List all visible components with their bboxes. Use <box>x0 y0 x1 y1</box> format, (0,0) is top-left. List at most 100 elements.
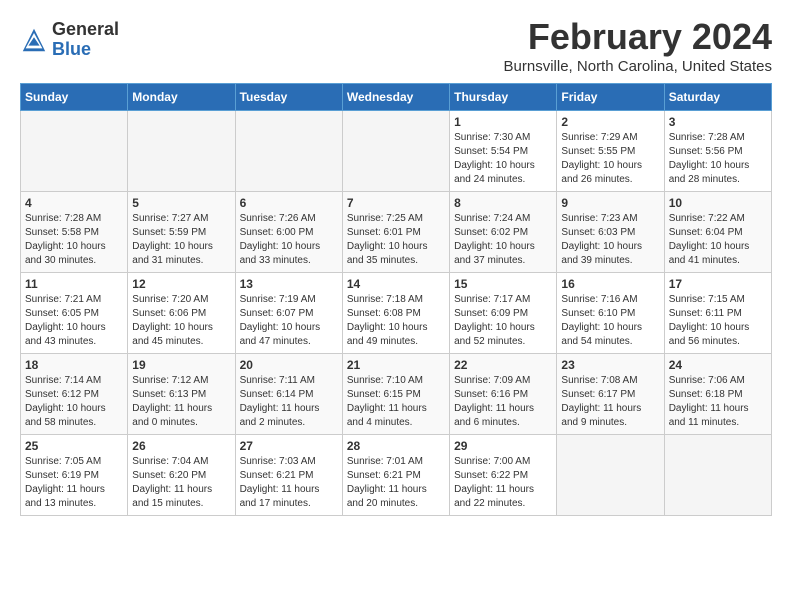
day-info: Sunrise: 7:08 AM Sunset: 6:17 PM Dayligh… <box>561 374 659 430</box>
header-wednesday: Wednesday <box>342 84 449 111</box>
day-info: Sunrise: 7:11 AM Sunset: 6:14 PM Dayligh… <box>240 374 338 430</box>
calendar-cell: 4Sunrise: 7:28 AM Sunset: 5:58 PM Daylig… <box>21 192 128 273</box>
calendar-cell: 18 Sunrise: 7:14 AM Sunset: 6:12 PM Dayli… <box>21 354 128 435</box>
calendar-cell: 29Sunrise: 7:00 AM Sunset: 6:22 PM Dayli… <box>450 435 557 516</box>
day-number: 9 <box>561 196 659 210</box>
calendar-cell <box>557 435 664 516</box>
calendar-cell: 16 Sunrise: 7:16 AM Sunset: 6:10 PM Dayli… <box>557 273 664 354</box>
week-row-3: 11 Sunrise: 7:21 AM Sunset: 6:05 PM Dayli… <box>21 273 772 354</box>
logo-blue-text: Blue <box>52 40 119 60</box>
day-info: Sunrise: 7:10 AM Sunset: 6:15 PM Dayligh… <box>347 374 445 430</box>
day-info: Sunrise: 7:26 AM Sunset: 6:00 PM Dayligh… <box>240 212 338 268</box>
week-row-1: 1 Sunrise: 7:30 AM Sunset: 5:54 PM Daylig… <box>21 111 772 192</box>
calendar-header-row: SundayMondayTuesdayWednesdayThursdayFrid… <box>21 84 772 111</box>
calendar-cell: 23 Sunrise: 7:08 AM Sunset: 6:17 PM Dayli… <box>557 354 664 435</box>
calendar-cell <box>21 111 128 192</box>
page-header: General Blue February 2024 Burnsville, N… <box>20 16 772 75</box>
day-info: Sunrise: 7:21 AM Sunset: 6:05 PM Dayligh… <box>25 293 123 349</box>
header-thursday: Thursday <box>450 84 557 111</box>
day-number: 28 <box>347 439 445 453</box>
day-number: 12 <box>132 277 230 291</box>
day-number: 14 <box>347 277 445 291</box>
day-number: 2 <box>561 115 659 129</box>
day-info: Sunrise: 7:20 AM Sunset: 6:06 PM Dayligh… <box>132 293 230 349</box>
day-info: Sunrise: 7:28 AM Sunset: 5:56 PM Dayligh… <box>669 131 767 187</box>
day-info: Sunrise: 7:09 AM Sunset: 6:16 PM Dayligh… <box>454 374 552 430</box>
day-number: 19 <box>132 358 230 372</box>
day-number: 13 <box>240 277 338 291</box>
header-sunday: Sunday <box>21 84 128 111</box>
day-number: 25 <box>25 439 123 453</box>
day-info: Sunrise: 7:18 AM Sunset: 6:08 PM Dayligh… <box>347 293 445 349</box>
day-number: 23 <box>561 358 659 372</box>
day-info: Sunrise: 7:29 AM Sunset: 5:55 PM Dayligh… <box>561 131 659 187</box>
logo-general-text: General <box>52 20 119 40</box>
day-info: Sunrise: 7:17 AM Sunset: 6:09 PM Dayligh… <box>454 293 552 349</box>
calendar-cell: 22 Sunrise: 7:09 AM Sunset: 6:16 PM Dayli… <box>450 354 557 435</box>
calendar-cell: 5Sunrise: 7:27 AM Sunset: 5:59 PM Daylig… <box>128 192 235 273</box>
calendar-cell: 11 Sunrise: 7:21 AM Sunset: 6:05 PM Dayli… <box>21 273 128 354</box>
day-info: Sunrise: 7:16 AM Sunset: 6:10 PM Dayligh… <box>561 293 659 349</box>
day-number: 26 <box>132 439 230 453</box>
day-info: Sunrise: 7:00 AM Sunset: 6:22 PM Dayligh… <box>454 455 552 511</box>
logo-icon <box>20 26 48 54</box>
calendar-cell: 17 Sunrise: 7:15 AM Sunset: 6:11 PM Dayli… <box>664 273 771 354</box>
calendar-cell <box>342 111 449 192</box>
day-number: 3 <box>669 115 767 129</box>
calendar-cell: 13 Sunrise: 7:19 AM Sunset: 6:07 PM Dayli… <box>235 273 342 354</box>
day-info: Sunrise: 7:15 AM Sunset: 6:11 PM Dayligh… <box>669 293 767 349</box>
day-info: Sunrise: 7:19 AM Sunset: 6:07 PM Dayligh… <box>240 293 338 349</box>
week-row-4: 18 Sunrise: 7:14 AM Sunset: 6:12 PM Dayli… <box>21 354 772 435</box>
day-number: 18 <box>25 358 123 372</box>
calendar-cell: 9 Sunrise: 7:23 AM Sunset: 6:03 PM Daylig… <box>557 192 664 273</box>
calendar-cell: 8Sunrise: 7:24 AM Sunset: 6:02 PM Daylig… <box>450 192 557 273</box>
day-info: Sunrise: 7:22 AM Sunset: 6:04 PM Dayligh… <box>669 212 767 268</box>
calendar-cell: 28 Sunrise: 7:01 AM Sunset: 6:21 PM Dayli… <box>342 435 449 516</box>
calendar-cell: 21Sunrise: 7:10 AM Sunset: 6:15 PM Dayli… <box>342 354 449 435</box>
calendar-table: SundayMondayTuesdayWednesdayThursdayFrid… <box>20 83 772 516</box>
day-info: Sunrise: 7:27 AM Sunset: 5:59 PM Dayligh… <box>132 212 230 268</box>
day-number: 11 <box>25 277 123 291</box>
calendar-cell: 7 Sunrise: 7:25 AM Sunset: 6:01 PM Daylig… <box>342 192 449 273</box>
calendar-cell: 27Sunrise: 7:03 AM Sunset: 6:21 PM Dayli… <box>235 435 342 516</box>
header-tuesday: Tuesday <box>235 84 342 111</box>
day-info: Sunrise: 7:06 AM Sunset: 6:18 PM Dayligh… <box>669 374 767 430</box>
day-info: Sunrise: 7:23 AM Sunset: 6:03 PM Dayligh… <box>561 212 659 268</box>
calendar-cell: 12 Sunrise: 7:20 AM Sunset: 6:06 PM Dayli… <box>128 273 235 354</box>
calendar-cell: 1 Sunrise: 7:30 AM Sunset: 5:54 PM Daylig… <box>450 111 557 192</box>
calendar-cell <box>235 111 342 192</box>
day-number: 17 <box>669 277 767 291</box>
calendar-cell: 6 Sunrise: 7:26 AM Sunset: 6:00 PM Daylig… <box>235 192 342 273</box>
header-friday: Friday <box>557 84 664 111</box>
day-info: Sunrise: 7:25 AM Sunset: 6:01 PM Dayligh… <box>347 212 445 268</box>
logo: General Blue <box>20 20 119 60</box>
calendar-cell: 24Sunrise: 7:06 AM Sunset: 6:18 PM Dayli… <box>664 354 771 435</box>
day-info: Sunrise: 7:01 AM Sunset: 6:21 PM Dayligh… <box>347 455 445 511</box>
title-block: February 2024 Burnsville, North Carolina… <box>504 16 772 75</box>
day-number: 8 <box>454 196 552 210</box>
day-info: Sunrise: 7:12 AM Sunset: 6:13 PM Dayligh… <box>132 374 230 430</box>
day-info: Sunrise: 7:03 AM Sunset: 6:21 PM Dayligh… <box>240 455 338 511</box>
day-number: 7 <box>347 196 445 210</box>
day-number: 16 <box>561 277 659 291</box>
week-row-5: 25Sunrise: 7:05 AM Sunset: 6:19 PM Dayli… <box>21 435 772 516</box>
header-monday: Monday <box>128 84 235 111</box>
day-info: Sunrise: 7:04 AM Sunset: 6:20 PM Dayligh… <box>132 455 230 511</box>
calendar-cell: 19 Sunrise: 7:12 AM Sunset: 6:13 PM Dayli… <box>128 354 235 435</box>
day-info: Sunrise: 7:14 AM Sunset: 6:12 PM Dayligh… <box>25 374 123 430</box>
calendar-cell <box>128 111 235 192</box>
day-info: Sunrise: 7:30 AM Sunset: 5:54 PM Dayligh… <box>454 131 552 187</box>
main-title: February 2024 <box>504 16 772 58</box>
calendar-cell: 15Sunrise: 7:17 AM Sunset: 6:09 PM Dayli… <box>450 273 557 354</box>
day-number: 22 <box>454 358 552 372</box>
calendar-cell: 25Sunrise: 7:05 AM Sunset: 6:19 PM Dayli… <box>21 435 128 516</box>
calendar-cell: 10Sunrise: 7:22 AM Sunset: 6:04 PM Dayli… <box>664 192 771 273</box>
day-number: 1 <box>454 115 552 129</box>
subtitle: Burnsville, North Carolina, United State… <box>504 58 772 75</box>
calendar-cell: 2 Sunrise: 7:29 AM Sunset: 5:55 PM Daylig… <box>557 111 664 192</box>
week-row-2: 4Sunrise: 7:28 AM Sunset: 5:58 PM Daylig… <box>21 192 772 273</box>
calendar-cell: 3 Sunrise: 7:28 AM Sunset: 5:56 PM Daylig… <box>664 111 771 192</box>
calendar-cell: 26 Sunrise: 7:04 AM Sunset: 6:20 PM Dayli… <box>128 435 235 516</box>
day-number: 6 <box>240 196 338 210</box>
calendar-cell: 14 Sunrise: 7:18 AM Sunset: 6:08 PM Dayli… <box>342 273 449 354</box>
